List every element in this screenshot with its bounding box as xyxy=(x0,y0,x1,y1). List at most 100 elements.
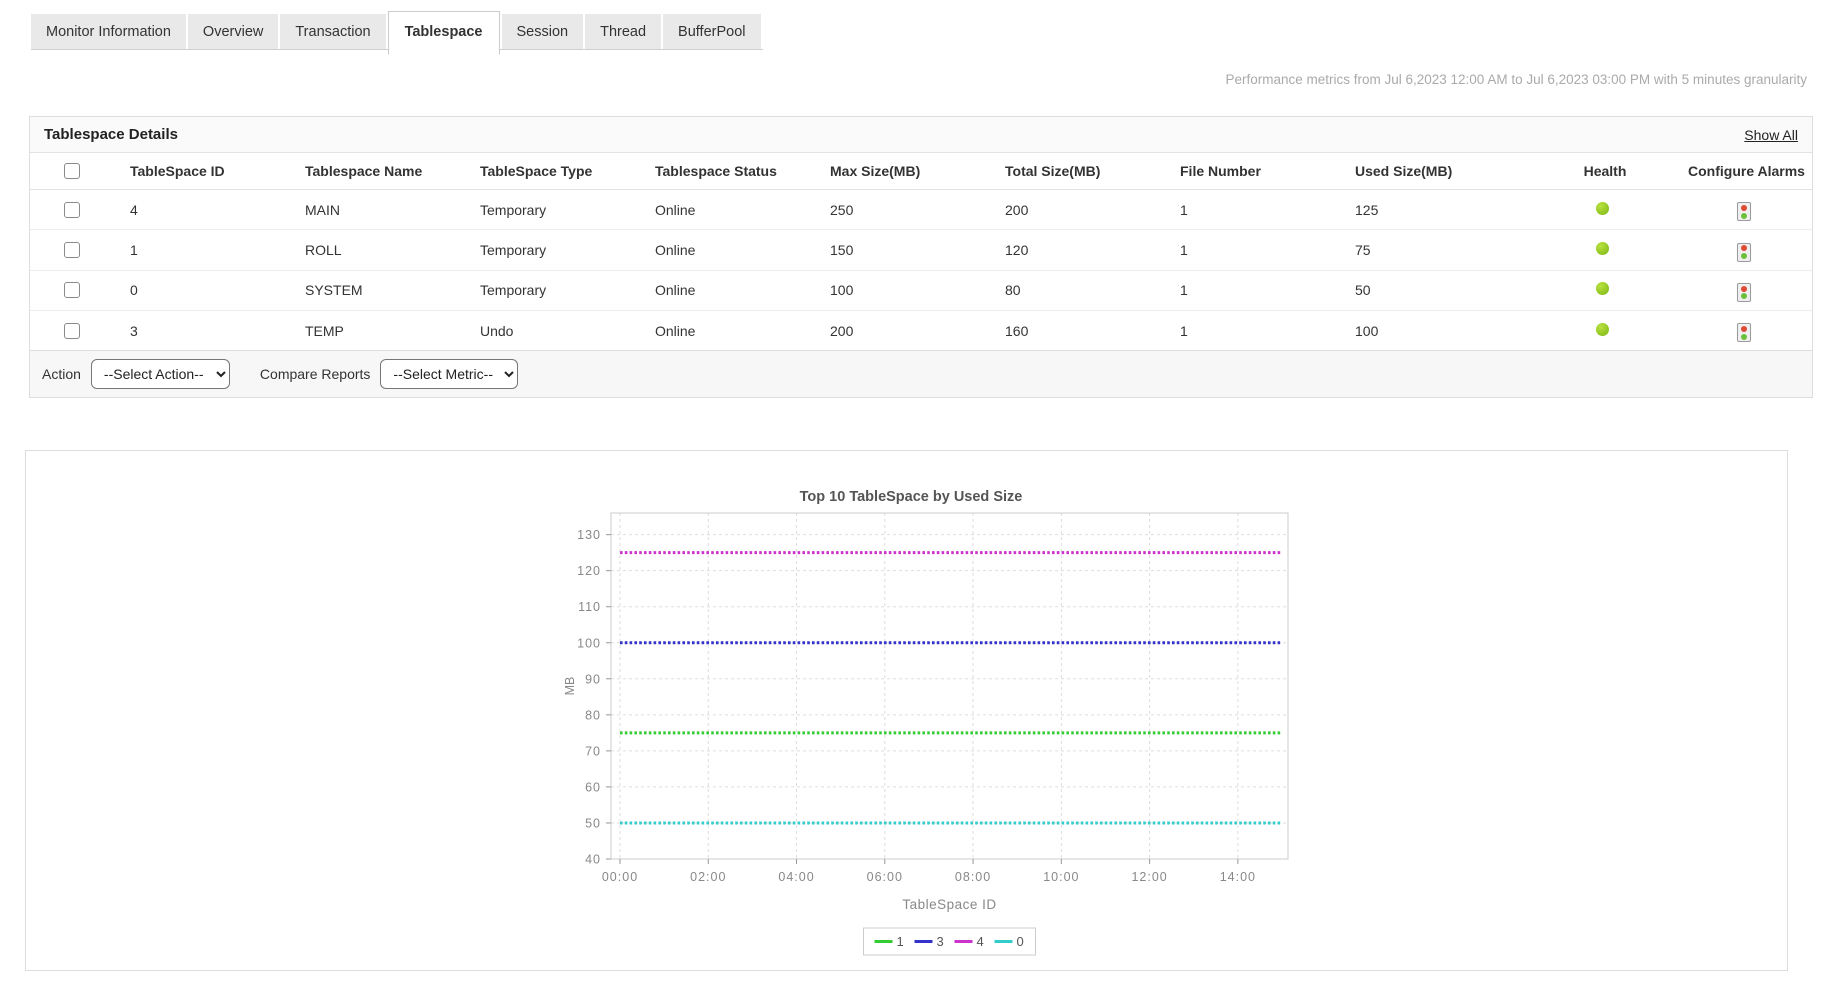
svg-text:80: 80 xyxy=(585,708,601,722)
table-row: 4 MAIN Temporary Online 250 200 1 125 xyxy=(30,190,1813,230)
svg-text:90: 90 xyxy=(585,672,601,686)
cell-tablespace-id: 1 xyxy=(130,230,305,270)
row-checkbox[interactable] xyxy=(64,242,80,258)
svg-text:06:00: 06:00 xyxy=(867,870,903,884)
cell-total-size: 160 xyxy=(1005,311,1180,351)
select-all-checkbox[interactable] xyxy=(64,163,80,179)
cell-used-size: 50 xyxy=(1355,270,1530,310)
x-axis-label: TableSpace ID xyxy=(902,897,996,912)
row-checkbox[interactable] xyxy=(64,323,80,339)
cell-total-size: 200 xyxy=(1005,190,1180,230)
svg-text:130: 130 xyxy=(577,528,601,542)
cell-tablespace-type: Undo xyxy=(480,311,655,351)
legend-label-0: 0 xyxy=(1017,934,1024,949)
row-checkbox[interactable] xyxy=(64,202,80,218)
cell-tablespace-id: 3 xyxy=(130,311,305,351)
compare-reports-label: Compare Reports xyxy=(260,366,371,382)
tab-tablespace[interactable]: Tablespace xyxy=(388,11,500,55)
cell-tablespace-name: MAIN xyxy=(305,190,480,230)
svg-text:120: 120 xyxy=(577,564,601,578)
performance-metrics-note: Performance metrics from Jul 6,2023 12:0… xyxy=(1225,72,1807,87)
svg-text:04:00: 04:00 xyxy=(778,870,814,884)
svg-text:100: 100 xyxy=(577,636,601,650)
tab-transaction[interactable]: Transaction xyxy=(280,14,385,49)
action-label: Action xyxy=(42,366,81,382)
col-tablespace-status: Tablespace Status xyxy=(655,153,830,190)
table-row: 1 ROLL Temporary Online 150 120 1 75 xyxy=(30,230,1813,270)
svg-text:02:00: 02:00 xyxy=(690,870,726,884)
table-row: 3 TEMP Undo Online 200 160 1 100 xyxy=(30,311,1813,351)
cell-total-size: 120 xyxy=(1005,230,1180,270)
chart-title: Top 10 TableSpace by Used Size xyxy=(800,489,1023,505)
cell-total-size: 80 xyxy=(1005,270,1180,310)
legend-label-4: 4 xyxy=(977,934,984,949)
cell-max-size: 200 xyxy=(830,311,1005,351)
col-tablespace-name: Tablespace Name xyxy=(305,153,480,190)
y-axis-label: MB xyxy=(563,677,577,696)
tab-bar: Monitor Information Overview Transaction… xyxy=(31,10,763,50)
cell-tablespace-type: Temporary xyxy=(480,190,655,230)
table-header-row: TableSpace ID Tablespace Name TableSpace… xyxy=(30,153,1813,190)
col-health: Health xyxy=(1530,153,1680,190)
tablespace-table: TableSpace ID Tablespace Name TableSpace… xyxy=(30,153,1813,350)
cell-tablespace-type: Temporary xyxy=(480,270,655,310)
cell-max-size: 100 xyxy=(830,270,1005,310)
cell-tablespace-type: Temporary xyxy=(480,230,655,270)
legend-label-1: 1 xyxy=(897,934,904,949)
health-status-icon xyxy=(1596,242,1609,255)
col-total-size: Total Size(MB) xyxy=(1005,153,1180,190)
show-all-link[interactable]: Show All xyxy=(1744,127,1798,143)
health-status-icon xyxy=(1596,282,1609,295)
svg-text:08:00: 08:00 xyxy=(955,870,991,884)
cell-file-number: 1 xyxy=(1180,311,1355,351)
col-used-size: Used Size(MB) xyxy=(1355,153,1530,190)
cell-tablespace-name: SYSTEM xyxy=(305,270,480,310)
col-tablespace-type: TableSpace Type xyxy=(480,153,655,190)
compare-metric-select[interactable]: --Select Metric-- xyxy=(380,359,518,389)
cell-tablespace-id: 0 xyxy=(130,270,305,310)
legend-label-3: 3 xyxy=(937,934,944,949)
cell-tablespace-status: Online xyxy=(655,311,830,351)
cell-max-size: 150 xyxy=(830,230,1005,270)
svg-text:60: 60 xyxy=(585,780,601,794)
tablespace-details-panel: Tablespace Details Show All TableSpace I… xyxy=(29,116,1813,398)
cell-tablespace-id: 4 xyxy=(130,190,305,230)
svg-text:00:00: 00:00 xyxy=(602,870,638,884)
svg-text:10:00: 10:00 xyxy=(1043,870,1079,884)
action-select[interactable]: --Select Action-- xyxy=(91,359,230,389)
configure-alarms-icon[interactable] xyxy=(1737,243,1751,262)
tab-overview[interactable]: Overview xyxy=(188,14,278,49)
svg-text:70: 70 xyxy=(585,744,601,758)
health-status-icon xyxy=(1596,202,1609,215)
cell-tablespace-name: TEMP xyxy=(305,311,480,351)
table-row: 0 SYSTEM Temporary Online 100 80 1 50 xyxy=(30,270,1813,310)
svg-text:12:00: 12:00 xyxy=(1131,870,1167,884)
row-checkbox[interactable] xyxy=(64,282,80,298)
used-size-line-chart: Top 10 TableSpace by Used Size4050607080… xyxy=(26,451,1787,968)
col-file-number: File Number xyxy=(1180,153,1355,190)
tab-monitor-information[interactable]: Monitor Information xyxy=(31,14,186,49)
panel-title: Tablespace Details xyxy=(44,126,178,143)
cell-tablespace-status: Online xyxy=(655,190,830,230)
tab-thread[interactable]: Thread xyxy=(585,14,661,49)
svg-text:110: 110 xyxy=(578,600,601,614)
cell-used-size: 100 xyxy=(1355,311,1530,351)
tab-session[interactable]: Session xyxy=(502,14,584,49)
cell-used-size: 75 xyxy=(1355,230,1530,270)
tab-bufferpool[interactable]: BufferPool xyxy=(663,14,760,49)
col-tablespace-id: TableSpace ID xyxy=(130,153,305,190)
health-status-icon xyxy=(1596,323,1609,336)
action-bar: Action --Select Action-- Compare Reports… xyxy=(30,350,1812,397)
cell-file-number: 1 xyxy=(1180,270,1355,310)
configure-alarms-icon[interactable] xyxy=(1737,202,1751,221)
svg-text:50: 50 xyxy=(585,816,601,830)
cell-tablespace-name: ROLL xyxy=(305,230,480,270)
configure-alarms-icon[interactable] xyxy=(1737,283,1751,302)
cell-tablespace-status: Online xyxy=(655,230,830,270)
svg-text:40: 40 xyxy=(585,853,601,867)
configure-alarms-icon[interactable] xyxy=(1737,323,1751,342)
cell-file-number: 1 xyxy=(1180,230,1355,270)
cell-tablespace-status: Online xyxy=(655,270,830,310)
col-max-size: Max Size(MB) xyxy=(830,153,1005,190)
chart-panel: Top 10 TableSpace by Used Size4050607080… xyxy=(25,450,1788,971)
